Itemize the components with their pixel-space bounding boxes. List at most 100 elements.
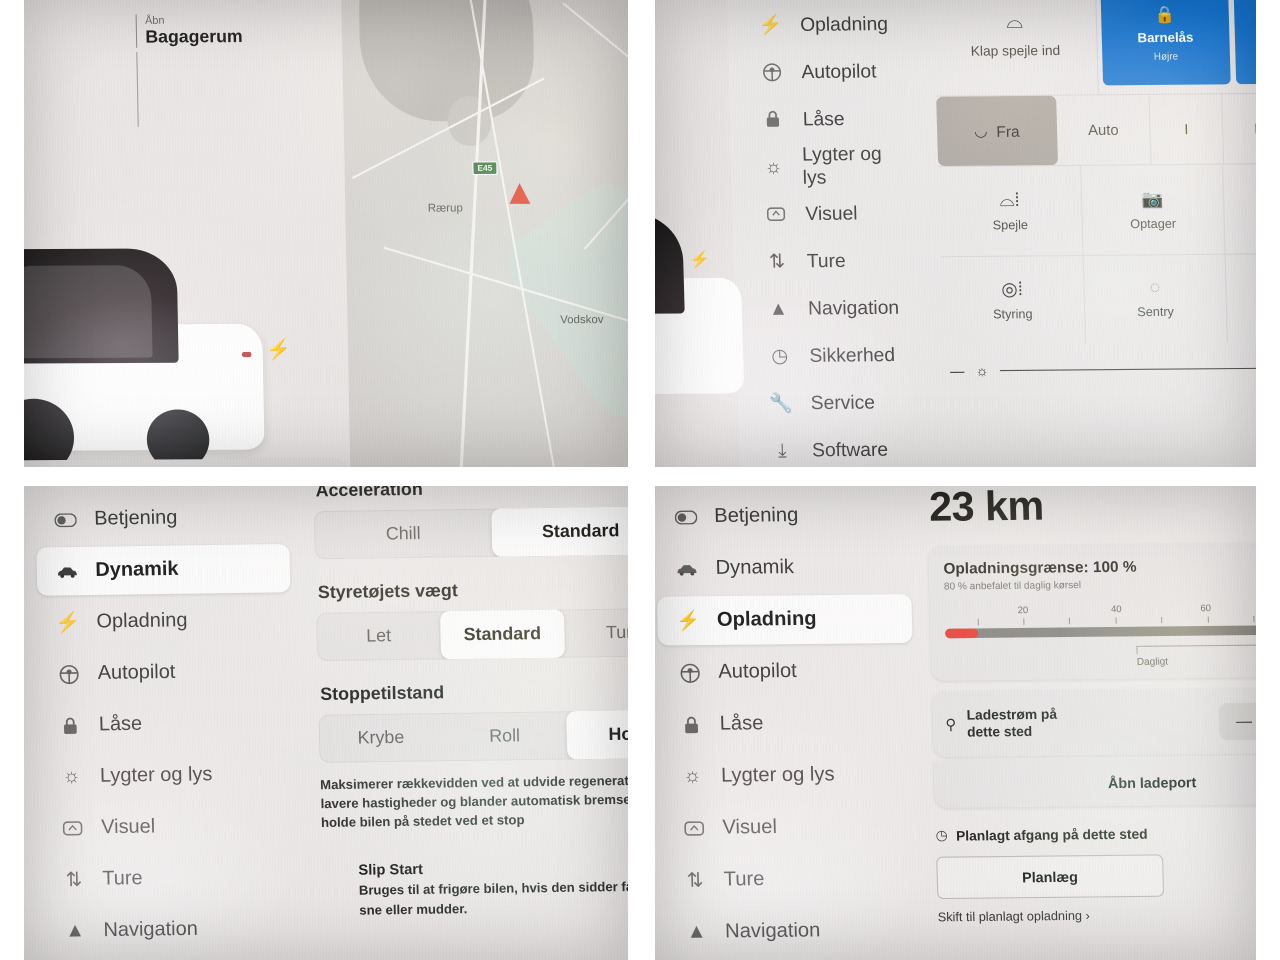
brightness-slider-row[interactable]: — ☼ Auto xyxy=(943,341,1256,379)
wiper-icon: ◡ xyxy=(973,121,988,139)
sidebar-item-ture[interactable]: ⇅ Ture xyxy=(744,237,922,283)
sidebar-item-label: Lygter og lys xyxy=(99,763,213,787)
sidebar-item-opladning[interactable]: ⚡ Opladning xyxy=(656,593,913,646)
sidebar-item-opladning[interactable]: ⚡ Opladning xyxy=(738,1,916,47)
settings-sidebar: Betjening Dynamik ⚡ Opladning Autopi xyxy=(724,0,941,467)
sidebar-item-betjening[interactable]: Betjening xyxy=(34,492,288,544)
option-hold[interactable]: Hold xyxy=(565,709,628,760)
sidebar-item-visuel[interactable]: Visuel xyxy=(662,801,917,852)
wrench-icon: 🔧 xyxy=(768,390,794,413)
bolt-icon: ⚡ xyxy=(676,609,701,631)
option-standard[interactable]: Standard xyxy=(439,609,565,660)
option-chill[interactable]: Chill xyxy=(314,508,493,559)
car-status-view: um Åbn Bagagerum ⚡ xyxy=(24,0,352,467)
minus-icon[interactable]: — xyxy=(950,362,965,379)
option-krybe[interactable]: Krybe xyxy=(318,713,443,763)
sidebar-item-ture[interactable]: ⇅ Ture xyxy=(43,852,297,904)
sidebar-item-label: Opladning xyxy=(95,609,188,633)
wiper-off-button[interactable]: ◡ Fra xyxy=(935,95,1058,166)
brightness-track[interactable] xyxy=(999,366,1256,372)
sidebar-item-navigation[interactable]: ▲ Navigation xyxy=(665,905,920,956)
photo-grid: E45 Rærup Vodskov um Åbn xyxy=(0,0,1280,960)
charge-current-stepper[interactable]: — 16 A + xyxy=(1218,700,1256,740)
sidebar-item-lygter-og-lys[interactable]: ☼ Lygter og lys xyxy=(40,749,294,801)
decrease-amps-button[interactable]: — xyxy=(1236,712,1252,730)
wiper-auto-button[interactable]: Auto xyxy=(1055,94,1152,165)
section-title: Stoppetilstand xyxy=(319,682,445,704)
sidebar-item-label: Betjening xyxy=(713,503,799,527)
section-title: Acceleration xyxy=(314,486,423,501)
toggle-icon xyxy=(674,509,698,524)
car-icon xyxy=(675,562,699,576)
option-tung[interactable]: Tung xyxy=(563,607,628,657)
sidebar-item-laase[interactable]: Låse xyxy=(740,95,918,141)
sidebar-item-software[interactable]: ⤓ Software xyxy=(750,426,928,467)
zone-label-dagligt: Dagligt xyxy=(1136,655,1169,668)
sidebar-item-label: Låse xyxy=(98,712,142,736)
bolt-icon: ⚡ xyxy=(758,12,783,35)
charge-limit-slider[interactable]: 20 40 60 80 xyxy=(944,601,1256,670)
slider-fill xyxy=(944,628,978,638)
stopping-mode-segmented-control[interactable]: Krybe Roll Hold xyxy=(318,709,628,763)
sidebar-item-autopilot[interactable]: Autopilot xyxy=(658,646,913,697)
sidebar-item-label: Lygter og lys xyxy=(720,763,835,787)
glovebox-tile[interactable]: ▭ Handskerum xyxy=(1226,253,1256,343)
steering-weight-section: Styretøjets vægt Let Standard Tung xyxy=(315,576,628,661)
open-charge-port-button[interactable]: Åbn ladeport xyxy=(933,756,1256,808)
sidebar-item-lygter-og-lys[interactable]: ☼ Lygter og lys xyxy=(742,142,920,189)
charge-plug-icon: ⚲ xyxy=(945,714,957,732)
acceleration-segmented-control[interactable]: Chill Standard xyxy=(313,505,628,559)
sidebar-item-sikkerhed[interactable]: ◷ Sikkerhed xyxy=(747,332,925,378)
trunk-label-group[interactable]: Åbn Bagagerum xyxy=(135,13,243,127)
schedule-button[interactable]: Planlæg xyxy=(936,854,1164,899)
window-lock-button[interactable]: 🔒 Rud xyxy=(1233,0,1256,84)
dashcam-tile[interactable]: 📷 Optager xyxy=(1080,164,1226,256)
trip-icon: ⇅ xyxy=(65,868,83,891)
option-roll[interactable]: Roll xyxy=(442,711,567,761)
sidebar-item-label: Dynamik xyxy=(715,555,795,579)
sidebar-item-visuel[interactable]: Visuel xyxy=(41,801,295,853)
sidebar-item-betjening[interactable]: Betjening xyxy=(655,490,909,541)
sidebar-item-dynamik[interactable]: Dynamik xyxy=(656,542,911,593)
mirror-and-locks-row: ⌓ Klap spejle ind 🔒 Barnelås Højre 🔒 Rud xyxy=(932,0,1256,97)
sentry-tile[interactable]: ◌ Sentry xyxy=(1083,253,1229,344)
fold-mirrors-button[interactable]: ⌓ Klap spejle ind xyxy=(932,0,1099,96)
sidebar-item-laase[interactable]: Låse xyxy=(660,698,915,749)
mirrors-tile[interactable]: ⌓⁞ Spejle xyxy=(937,165,1084,257)
charge-current-card: ⚲ Ladestrøm på dette sted — 16 A + xyxy=(931,686,1256,757)
sidebar-item-autopilot[interactable]: Autopilot xyxy=(739,48,917,94)
mirror-adjust-icon: ⌓⁞ xyxy=(999,188,1020,210)
betjening-content: ☼ Fra ⫸⫷ ᗕ◗ Auto ⌓ xyxy=(930,0,1256,467)
sidebar-item-dynamik[interactable]: Dynamik xyxy=(35,543,290,596)
car-illustration[interactable]: ⚡ xyxy=(24,209,291,467)
range-value: 23 km xyxy=(928,486,1045,530)
wiper-speed-1-button[interactable]: I xyxy=(1150,93,1224,164)
navigation-map[interactable]: E45 Rærup Vodskov xyxy=(335,0,628,467)
option-standard[interactable]: Standard xyxy=(491,505,628,557)
sidebar-item-label: Dynamik xyxy=(94,557,179,581)
sidebar-item-visuel[interactable]: Visuel xyxy=(743,190,921,236)
sidebar-item-laase[interactable]: Låse xyxy=(39,698,293,750)
option-let[interactable]: Let xyxy=(316,611,441,661)
navigation-arrow-icon: ▲ xyxy=(686,920,707,943)
sidebar-item-navigation[interactable]: ▲ Navigation xyxy=(44,904,298,956)
switch-to-scheduled-charging-link[interactable]: Skift til planlagt opladning › xyxy=(937,905,1256,924)
wiper-speed-2-button[interactable]: II xyxy=(1221,93,1256,164)
sidebar-item-lygter-og-lys[interactable]: ☼ Lygter og lys xyxy=(661,750,916,801)
sidebar-item-opladning[interactable]: ⚡ Opladning xyxy=(37,595,291,647)
toggle-icon xyxy=(54,512,77,527)
slip-start-description: Bruges til at frigøre bilen, hvis den si… xyxy=(358,879,628,917)
child-lock-button[interactable]: 🔒 Barnelås Højre xyxy=(1099,0,1231,86)
steering-tile[interactable]: ◎⁞ Styring xyxy=(940,255,1086,345)
map-place-label: Vodskov xyxy=(559,312,604,326)
sidebar-item-service[interactable]: 🔧 Service xyxy=(748,379,926,425)
sidebar-item-ture[interactable]: ⇅ Ture xyxy=(664,853,919,904)
wiper-row: ◡ Fra Auto I II III xyxy=(935,92,1256,167)
sidebar-item-autopilot[interactable]: Autopilot xyxy=(38,646,292,698)
media-card[interactable]: diokilde ▶ ▶❙ ❙❙❙ 🔍 xyxy=(24,457,348,467)
child-lock-icon: 🔒 xyxy=(1154,4,1176,24)
steering-weight-segmented-control[interactable]: Let Standard Tung xyxy=(315,607,628,661)
car-wash-tile[interactable]: 🚗 BILVASK xyxy=(1223,163,1256,254)
sidebar-item-navigation[interactable]: ▲ Navigation xyxy=(746,285,924,331)
sidebar-item-sikkerhed[interactable]: ◷ Sikkerhed xyxy=(45,955,299,960)
